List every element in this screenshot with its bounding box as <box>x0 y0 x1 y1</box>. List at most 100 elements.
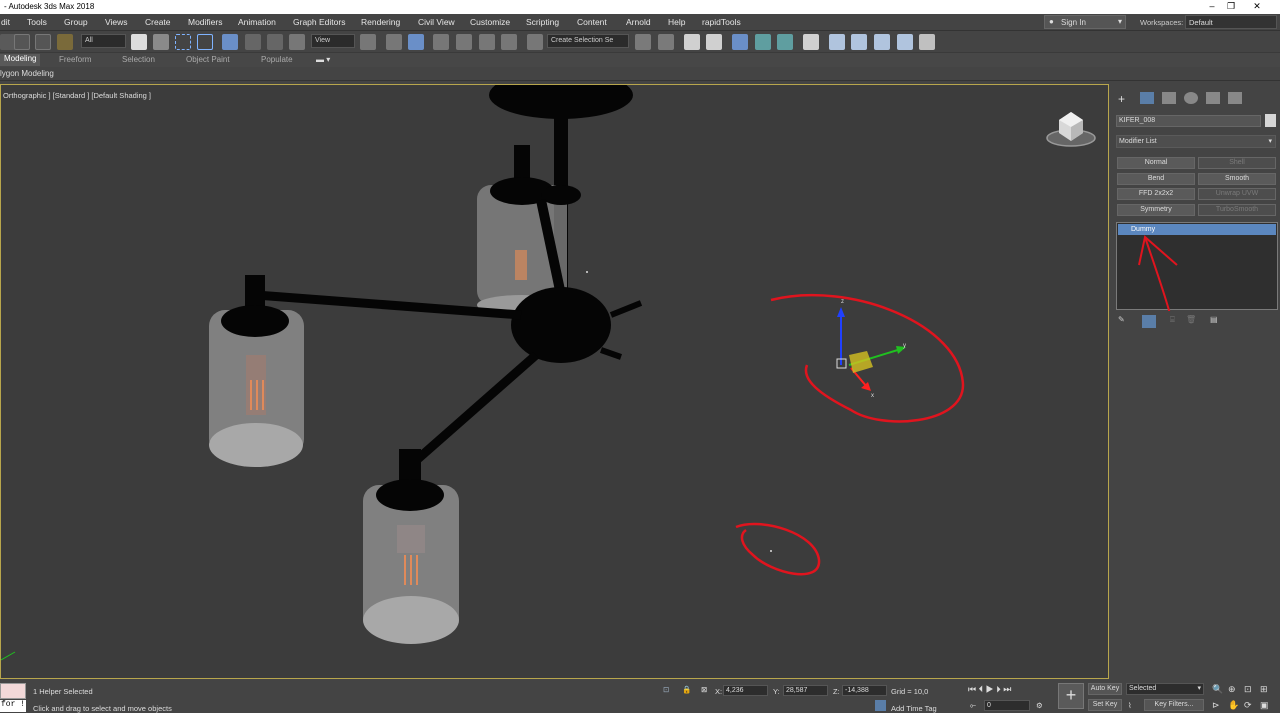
menu-civil-view[interactable]: Civil View <box>418 17 455 27</box>
object-name-field[interactable]: KIFER_008 <box>1116 115 1261 127</box>
pan-icon[interactable]: ✋ <box>1228 700 1239 711</box>
maxscript-mini-input[interactable]: for ! <box>0 700 26 712</box>
next-frame-icon[interactable]: ⏵ <box>996 684 1001 694</box>
render-setup-icon[interactable] <box>829 34 845 50</box>
curve-editor-icon[interactable] <box>755 34 771 50</box>
render-iterative-icon[interactable] <box>897 34 913 50</box>
current-frame-field[interactable]: 0 <box>984 700 1030 711</box>
menu-arnold[interactable]: Arnold <box>626 17 651 27</box>
keyboard-shortcut-icon[interactable] <box>408 34 424 50</box>
key-tangent-icon[interactable]: ⌇ <box>1128 701 1132 710</box>
x-coord-field[interactable]: 4,236 <box>723 685 768 696</box>
prev-frame-icon[interactable]: ⏴ <box>979 684 984 694</box>
viewport[interactable]: Orthographic ] [Standard ] [Default Shad… <box>0 84 1109 679</box>
menu-customize[interactable]: Customize <box>470 17 510 27</box>
edit-named-sets-icon[interactable] <box>527 34 543 50</box>
field-of-view-icon[interactable]: ⊳ <box>1212 700 1220 711</box>
modifier-unwrap-button[interactable]: Unwrap UVW <box>1198 188 1276 200</box>
link-icon[interactable] <box>14 34 30 50</box>
zoom-extents-icon[interactable]: ⊡ <box>1244 684 1252 695</box>
zoom-extents-all-icon[interactable]: ⊞ <box>1260 684 1268 695</box>
goto-end-icon[interactable]: ⏭ <box>1003 684 1011 694</box>
display-tab-icon[interactable] <box>1206 92 1220 104</box>
show-end-result-icon[interactable] <box>1142 315 1156 328</box>
menu-create[interactable]: Create <box>145 17 171 27</box>
configure-sets-icon[interactable]: ▤ <box>1210 315 1218 324</box>
isolate-selection-icon[interactable]: ⊡ <box>663 685 669 694</box>
manipulate-icon[interactable] <box>386 34 402 50</box>
menu-help[interactable]: Help <box>668 17 685 27</box>
time-tag-icon[interactable] <box>875 700 886 711</box>
hierarchy-tab-icon[interactable] <box>1162 92 1176 104</box>
named-selection-set[interactable]: Create Selection Se <box>547 34 629 48</box>
y-coord-field[interactable]: 28,587 <box>783 685 828 696</box>
menu-scripting[interactable]: Scripting <box>526 17 559 27</box>
menu-animation[interactable]: Animation <box>238 17 276 27</box>
rotate-icon[interactable] <box>245 34 261 50</box>
rendered-frame-icon[interactable] <box>851 34 867 50</box>
modifier-normal-button[interactable]: Normal <box>1117 157 1195 169</box>
play-icon[interactable]: ▶ <box>986 684 994 694</box>
pivot-center-icon[interactable] <box>360 34 376 50</box>
menu-rapidtools[interactable]: rapidTools <box>702 17 741 27</box>
modifier-smooth-button[interactable]: Smooth <box>1198 173 1276 185</box>
tab-modeling[interactable]: Modeling <box>0 54 41 66</box>
ribbon-toggle-icon[interactable] <box>732 34 748 50</box>
menu-views[interactable]: Views <box>105 17 128 27</box>
modifier-shell-button[interactable]: Shell <box>1198 157 1276 169</box>
spinner-snap-icon[interactable] <box>501 34 517 50</box>
key-filters-button[interactable]: Key Filters... <box>1144 699 1204 711</box>
menu-modifiers[interactable]: Modifiers <box>188 17 222 27</box>
absolute-mode-icon[interactable]: ⊠ <box>701 685 707 694</box>
rect-selection-icon[interactable] <box>175 34 191 50</box>
schematic-view-icon[interactable] <box>777 34 793 50</box>
menu-graph-editors[interactable]: Graph Editors <box>293 17 345 27</box>
angle-snap-icon[interactable] <box>456 34 472 50</box>
move-icon[interactable] <box>222 34 238 50</box>
zoom-icon[interactable]: 🔍 <box>1212 684 1223 695</box>
placement-icon[interactable] <box>289 34 305 50</box>
layer-explorer-icon[interactable] <box>706 34 722 50</box>
tab-populate[interactable]: Populate <box>261 55 293 64</box>
auto-key-button[interactable]: Auto Key <box>1088 683 1122 695</box>
scale-icon[interactable] <box>267 34 283 50</box>
snaps-toggle-icon[interactable] <box>433 34 449 50</box>
remove-modifier-icon[interactable]: 🗑 <box>1186 315 1196 324</box>
menu-edit[interactable]: dit <box>1 17 10 27</box>
key-mode-select[interactable]: Selected ▾ <box>1126 683 1204 695</box>
key-mode-toggle-icon[interactable]: ⟜ <box>970 701 976 711</box>
reference-coord-select[interactable]: View <box>311 34 355 48</box>
close-icon[interactable]: ✕ <box>1250 1 1264 13</box>
restore-icon[interactable]: ❐ <box>1224 1 1238 13</box>
viewcube-icon[interactable] <box>1041 105 1101 155</box>
modifier-ffd-button[interactable]: FFD 2x2x2 <box>1117 188 1195 200</box>
maxscript-listener[interactable] <box>0 683 26 699</box>
set-key-button[interactable]: Set Key <box>1088 699 1122 711</box>
tab-object-paint[interactable]: Object Paint <box>186 55 230 64</box>
sign-in-button[interactable]: Sign In ▾ ● <box>1044 15 1126 29</box>
material-editor-icon[interactable] <box>803 34 819 50</box>
motion-tab-icon[interactable] <box>1184 92 1198 104</box>
modify-tab-icon[interactable] <box>1140 92 1154 104</box>
modifier-list-dropdown[interactable]: Modifier List ▾ <box>1116 135 1276 148</box>
maximize-viewport-icon[interactable]: ▣ <box>1260 700 1269 711</box>
select-object-icon[interactable] <box>131 34 147 50</box>
percent-snap-icon[interactable] <box>479 34 495 50</box>
utilities-tab-icon[interactable] <box>1228 92 1242 104</box>
ribbon-options-icon[interactable]: ▬ ▾ <box>316 55 330 64</box>
selection-filter[interactable]: All <box>81 34 126 48</box>
select-by-name-icon[interactable] <box>153 34 169 50</box>
menu-rendering[interactable]: Rendering <box>361 17 400 27</box>
modifier-turbosmooth-button[interactable]: TurboSmooth <box>1198 204 1276 216</box>
window-crossing-icon[interactable] <box>197 34 213 50</box>
modifier-bend-button[interactable]: Bend <box>1117 173 1195 185</box>
menu-content[interactable]: Content <box>577 17 607 27</box>
menu-tools[interactable]: Tools <box>27 17 47 27</box>
polygon-modeling-label[interactable]: lygon Modeling <box>0 69 54 78</box>
make-unique-icon[interactable]: ⌸ <box>1170 315 1175 325</box>
bind-space-warp-icon[interactable] <box>57 34 73 50</box>
scene-explorer-icon[interactable] <box>684 34 700 50</box>
add-time-tag[interactable]: Add Time Tag <box>891 704 937 713</box>
render-in-cloud-icon[interactable] <box>919 34 935 50</box>
goto-start-icon[interactable]: ⏮ <box>968 684 976 694</box>
